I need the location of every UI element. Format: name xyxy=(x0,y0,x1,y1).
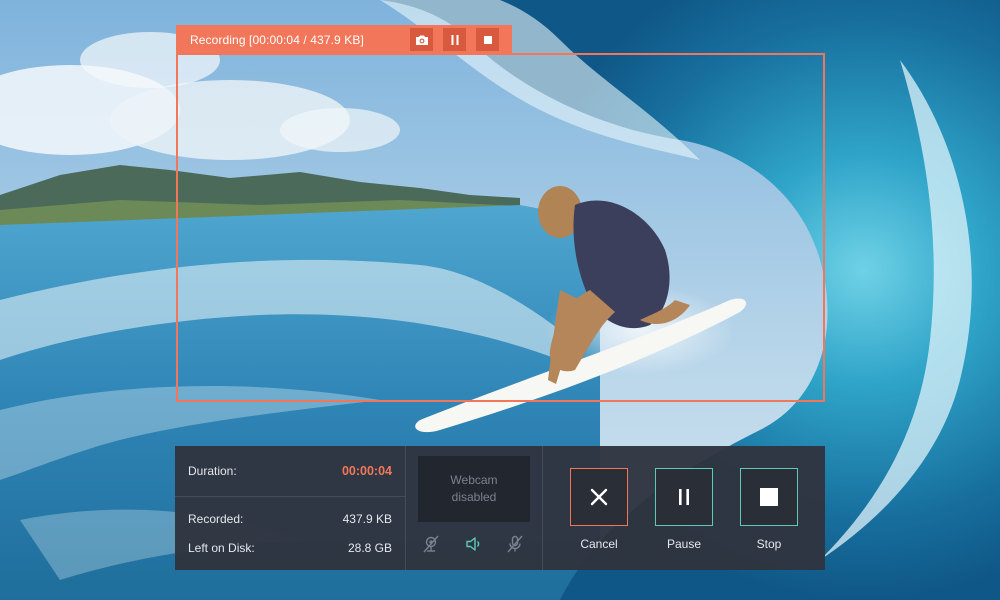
pause-button[interactable] xyxy=(655,468,713,526)
stop-label: Stop xyxy=(756,537,782,551)
duration-row: Duration: 00:00:04 xyxy=(188,464,392,478)
system-audio-toggle[interactable] xyxy=(464,534,484,554)
recorded-row: Recorded: 437.9 KB xyxy=(188,512,392,526)
duration-value: 00:00:04 xyxy=(341,464,392,478)
stop-control: Stop xyxy=(740,468,798,551)
cancel-label: Cancel xyxy=(580,537,618,551)
recording-stats: Duration: 00:00:04 Recorded: 437.9 KB Le… xyxy=(175,446,405,570)
recording-control-panel: Duration: 00:00:04 Recorded: 437.9 KB Le… xyxy=(175,446,825,570)
recording-title-bar: Recording [00:00:04 / 437.9 KB] xyxy=(176,25,512,54)
recording-status-text: Recording [00:00:04 / 437.9 KB] xyxy=(190,32,364,47)
webcam-toggle[interactable] xyxy=(421,534,441,554)
recording-pause-button[interactable] xyxy=(443,28,466,51)
webcam-off-icon xyxy=(423,535,439,553)
webcam-status-text: Webcam disabled xyxy=(450,473,498,504)
stop-icon xyxy=(760,488,778,506)
speaker-icon xyxy=(466,537,480,551)
pause-icon xyxy=(679,489,689,505)
duration-label: Duration: xyxy=(188,464,237,478)
cancel-button[interactable] xyxy=(570,468,628,526)
recording-stop-button[interactable] xyxy=(476,28,499,51)
capture-area-frame[interactable] xyxy=(176,53,825,402)
pause-label: Pause xyxy=(666,537,702,551)
pause-icon xyxy=(451,34,458,45)
stats-divider xyxy=(175,496,405,497)
microphone-off-icon xyxy=(507,535,523,553)
recorded-label: Recorded: xyxy=(188,512,244,526)
screenshot-button[interactable] xyxy=(410,28,433,51)
disk-space-label: Left on Disk: xyxy=(188,541,255,555)
disk-space-value: 28.8 GB xyxy=(347,541,392,555)
screen: Recording [00:00:04 / 437.9 KB] Duration… xyxy=(0,0,1000,600)
microphone-toggle[interactable] xyxy=(505,534,525,554)
pause-control: Pause xyxy=(655,468,713,551)
cancel-control: Cancel xyxy=(570,468,628,551)
panel-divider xyxy=(405,446,406,570)
stop-icon xyxy=(483,35,492,44)
close-icon xyxy=(590,488,608,506)
recorded-value: 437.9 KB xyxy=(342,512,392,526)
panel-divider xyxy=(542,446,543,570)
stop-button[interactable] xyxy=(740,468,798,526)
webcam-preview: Webcam disabled xyxy=(418,456,530,522)
disk-space-row: Left on Disk: 28.8 GB xyxy=(188,541,392,555)
camera-icon xyxy=(415,35,428,45)
